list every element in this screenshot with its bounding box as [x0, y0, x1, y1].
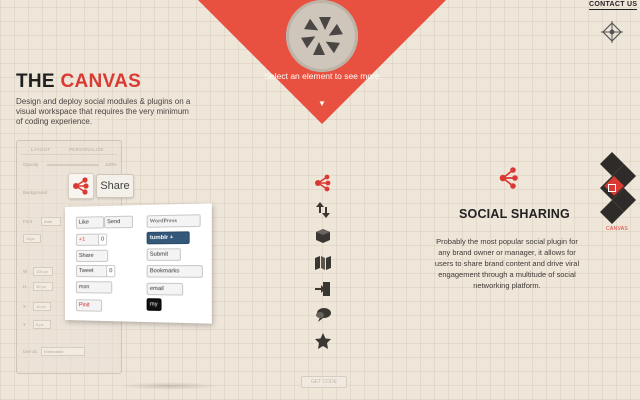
star-icon[interactable] — [312, 332, 334, 350]
transfer-icon[interactable] — [312, 201, 334, 219]
share-buttons-card: Like Send WordPress +1 0 tumblr + Share … — [65, 203, 212, 323]
wordpress-button[interactable]: WordPress — [147, 214, 201, 228]
feature-description: Probably the most popular social plugin … — [432, 236, 582, 291]
page-title: THE CANVAS — [16, 71, 141, 93]
facebook-send-button[interactable]: Send — [104, 216, 133, 229]
google-plus-button[interactable]: +1 — [76, 234, 100, 246]
hero-description: Design and deploy social modules & plugi… — [16, 97, 196, 127]
use-as-select[interactable]: Embedded — [41, 347, 85, 356]
msn-button[interactable]: msn — [76, 281, 112, 294]
opacity-value: 100% — [105, 162, 117, 167]
x-label: X — [23, 304, 26, 309]
width-label: W — [23, 269, 27, 274]
map-icon[interactable] — [312, 254, 334, 272]
email-button[interactable]: email — [147, 283, 183, 296]
logo-icon[interactable] — [286, 0, 358, 72]
tweet-button[interactable]: Tweet — [76, 265, 108, 277]
chevron-down-icon: ▼ — [318, 99, 326, 108]
panel-shadow — [120, 382, 220, 390]
bookmarks-button[interactable]: Bookmarks — [147, 265, 203, 278]
tab-personalize[interactable]: PERSONALIZE — [69, 147, 104, 152]
height-field[interactable]: 30 px — [33, 282, 53, 291]
select-element-tooltip: Select an element to see more — [262, 71, 382, 81]
share-icon[interactable] — [312, 174, 334, 192]
tweet-count: 0 — [106, 265, 115, 277]
font-size-field[interactable]: 12px — [23, 234, 41, 243]
height-label: H — [23, 284, 26, 289]
opacity-label: Opacity — [23, 162, 38, 167]
feature-title: SOCIAL SHARING — [459, 207, 570, 221]
side-diamond-nav[interactable] — [600, 152, 640, 224]
title-prefix: THE — [16, 71, 60, 92]
tab-divider — [21, 154, 117, 155]
y-field[interactable]: 5 px — [33, 320, 51, 329]
reddit-submit-button[interactable]: Submit — [147, 248, 181, 261]
canvas-nav-label: CANVAS — [606, 226, 628, 232]
title-accent: CANVAS — [60, 71, 141, 92]
y-label: Y — [23, 322, 26, 327]
contact-us-link[interactable]: CONTACT US — [589, 1, 637, 10]
share-icon[interactable] — [68, 173, 94, 199]
myspace-button[interactable]: my — [147, 298, 162, 311]
tumblr-button[interactable]: tumblr + — [147, 231, 190, 244]
use-as-label: Use as — [23, 349, 37, 354]
comment-icon[interactable] — [312, 306, 334, 324]
google-plus-count: 0 — [98, 233, 107, 245]
font-label: Font — [23, 219, 32, 224]
opacity-slider[interactable] — [47, 164, 99, 166]
share-button[interactable]: Share — [96, 174, 134, 198]
cube-icon[interactable] — [312, 227, 334, 245]
social-sharing-icon — [496, 166, 520, 190]
crosshair-icon[interactable] — [601, 21, 623, 43]
get-code-button[interactable]: GET CODE — [301, 376, 347, 388]
x-field[interactable]: 10 px — [33, 302, 51, 311]
width-field[interactable]: 100 px — [33, 267, 53, 276]
facebook-like-button[interactable]: Like — [76, 216, 104, 229]
background-label: Background — [23, 190, 47, 195]
tab-layout[interactable]: LAYOUT — [31, 147, 50, 152]
font-field[interactable]: Arial — [41, 217, 61, 226]
linkedin-share-button[interactable]: Share — [76, 250, 108, 262]
login-icon[interactable] — [312, 280, 334, 298]
pinterest-button[interactable]: Pinit — [76, 299, 102, 312]
